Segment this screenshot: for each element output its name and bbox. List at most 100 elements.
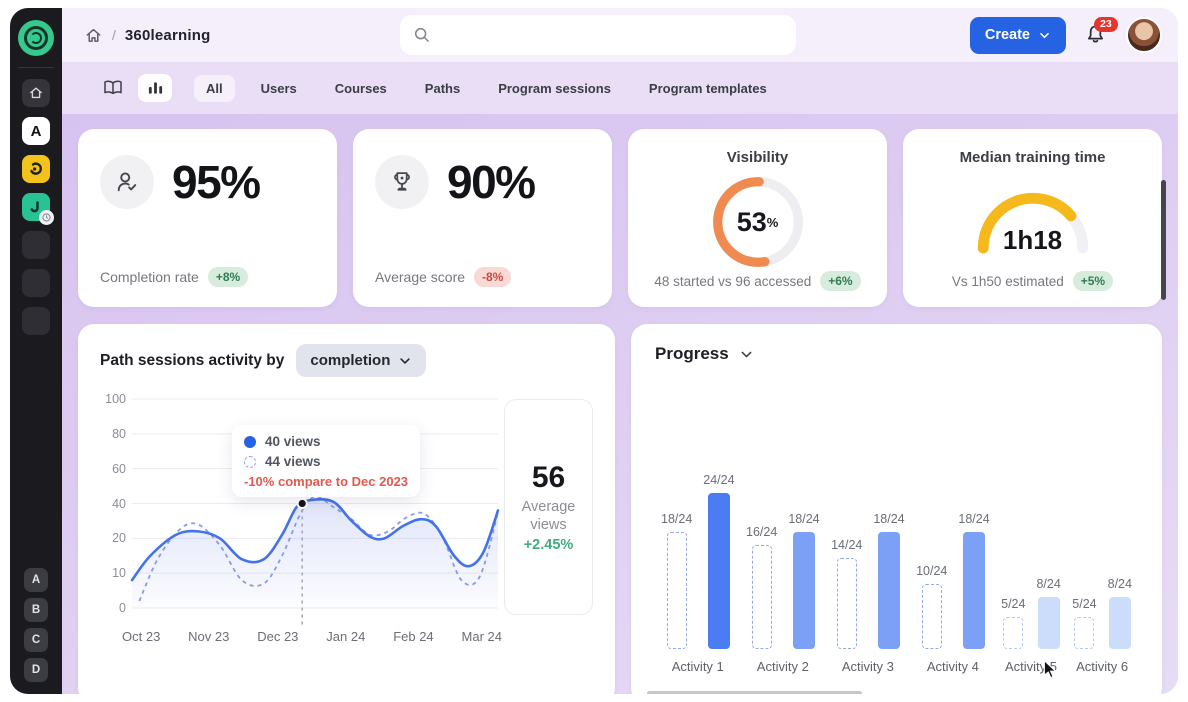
line-chart-plot: 40 views 44 views -10% compare to Dec 20… <box>132 399 498 609</box>
chevron-down-icon <box>1038 29 1051 42</box>
visibility-percent-value: 53 <box>737 207 767 238</box>
sidebar-item-empty-3[interactable] <box>22 307 50 335</box>
y-tick-label: 80 <box>112 427 126 441</box>
y-tick-label: 10 <box>112 566 126 580</box>
started-value-label: 18/24 <box>661 512 692 526</box>
activity-bar-group: 10/24 18/24 Activity 4 <box>916 512 990 674</box>
average-score-card: 90% Average score -8% <box>353 129 612 307</box>
filter-tab-program-sessions[interactable]: Program sessions <box>486 75 623 102</box>
completed-value-label: 18/24 <box>788 512 819 526</box>
stat-cards-row: 95% Completion rate +8% 90% <box>78 129 1162 307</box>
create-button-label: Create <box>985 27 1030 43</box>
filter-tab-users[interactable]: Users <box>249 75 309 102</box>
sidebar-divider <box>18 67 54 68</box>
trophy-icon <box>375 155 429 209</box>
completed-value-label: 8/24 <box>1036 577 1060 591</box>
chevron-down-icon <box>398 354 412 368</box>
path-sessions-activity-card: Path sessions activity by completion 010… <box>78 324 615 694</box>
completed-bar[interactable] <box>878 532 900 649</box>
started-value-label: 14/24 <box>831 538 862 552</box>
completion-dropdown[interactable]: completion <box>296 344 426 377</box>
completed-bar[interactable] <box>1109 597 1131 649</box>
completed-bar[interactable] <box>793 532 815 649</box>
home-icon <box>28 85 44 101</box>
activity-bar-group: 14/2418/24Activity 3 <box>831 512 905 674</box>
started-value-label: 10/24 <box>916 564 947 578</box>
board-view-toggle[interactable] <box>96 74 130 102</box>
notifications-button[interactable]: 23 <box>1084 23 1108 47</box>
horizontal-scrollbar[interactable] <box>647 691 862 694</box>
chart-tooltip: 40 views 44 views -10% compare to Dec 20… <box>232 425 420 497</box>
sidebar-item-a[interactable]: A <box>24 568 48 592</box>
filter-tabs-group: All Users Courses Paths Program sessions Prog… <box>194 75 779 102</box>
chevron-down-icon[interactable] <box>739 347 754 362</box>
started-bar[interactable] <box>922 584 942 649</box>
started-bar[interactable] <box>752 545 772 649</box>
completed-value-label: 18/24 <box>958 512 989 526</box>
current-series-dot-icon <box>244 436 256 448</box>
sidebar-item-empty-1[interactable] <box>22 231 50 259</box>
started-bar[interactable] <box>1003 617 1023 650</box>
search-bar[interactable] <box>400 15 796 55</box>
home-breadcrumb-icon[interactable] <box>84 26 103 45</box>
chart-cards-row: Path sessions activity by completion 010… <box>78 324 1162 694</box>
activity-category-label: Activity 1 <box>672 659 724 674</box>
progress-title: Progress <box>655 344 729 364</box>
completed-value-label: 18/24 <box>873 512 904 526</box>
sidebar-item-c[interactable]: C <box>24 628 48 652</box>
x-tick-label: Oct 23 <box>122 629 160 644</box>
breadcrumb-app-name[interactable]: 360learning <box>125 27 211 44</box>
visibility-caption: 48 started vs 96 accessed <box>654 274 811 289</box>
training-time-delta-badge: +5% <box>1073 271 1113 291</box>
sidebar-item-home[interactable] <box>22 79 50 107</box>
line-chart-y-axis: 01020406080100 <box>100 399 132 609</box>
sidebar-item-app-yellow[interactable] <box>22 155 50 183</box>
started-bar[interactable] <box>667 532 687 649</box>
x-tick-label: Jan 24 <box>326 629 365 644</box>
completed-bar[interactable] <box>963 532 985 649</box>
started-bar[interactable] <box>837 558 857 649</box>
user-avatar[interactable] <box>1126 17 1162 53</box>
create-button[interactable]: Create <box>970 17 1066 54</box>
bar-chart-icon <box>147 80 164 96</box>
filter-tab-program-templates[interactable]: Program templates <box>637 75 779 102</box>
activity-category-label: Activity 6 <box>1076 659 1128 674</box>
vertical-scrollbar[interactable] <box>1161 180 1166 300</box>
completed-bar[interactable] <box>708 493 730 649</box>
average-score-label: Average score <box>375 269 465 285</box>
started-value-label: 5/24 <box>1001 597 1025 611</box>
sidebar-item-empty-2[interactable] <box>22 269 50 297</box>
completed-bar[interactable] <box>1038 597 1060 649</box>
sidebar-item-app-green[interactable] <box>22 193 50 221</box>
filter-bar: All Users Courses Paths Program sessions Prog… <box>62 62 1178 114</box>
x-tick-label: Mar 24 <box>462 629 502 644</box>
filter-tab-courses[interactable]: Courses <box>323 75 399 102</box>
y-tick-label: 20 <box>112 531 126 545</box>
sidebar-item-d[interactable]: D <box>24 658 48 682</box>
mouse-cursor <box>1042 660 1059 684</box>
activity-category-label: Activity 4 <box>927 659 979 674</box>
x-tick-label: Nov 23 <box>188 629 229 644</box>
topbar-right-group: Create 23 <box>970 17 1162 54</box>
search-input[interactable] <box>439 27 783 43</box>
filter-tab-all[interactable]: All <box>194 75 235 102</box>
chart-view-toggle[interactable] <box>138 74 172 102</box>
started-bar[interactable] <box>1074 617 1094 650</box>
filter-tab-paths[interactable]: Paths <box>413 75 472 102</box>
completion-rate-delta-badge: +8% <box>208 267 248 287</box>
progress-bars: 18/2424/24Activity 116/2418/24Activity 2… <box>655 473 1138 674</box>
sidebar-item-app-a[interactable]: A <box>22 117 50 145</box>
visibility-card: Visibility 53 % 48 started vs 96 accesse… <box>628 129 887 307</box>
y-tick-label: 0 <box>119 601 126 615</box>
360learning-logo-icon[interactable] <box>18 20 54 56</box>
sidebar-item-b[interactable]: B <box>24 598 48 622</box>
breadcrumb-separator: / <box>112 27 116 43</box>
dashboard-content: 95% Completion rate +8% 90% <box>62 114 1178 694</box>
activity-bar-group: 18/2424/24Activity 1 <box>661 473 735 674</box>
training-time-title: Median training time <box>960 149 1106 166</box>
visibility-percent-sign: % <box>767 215 779 230</box>
training-time-caption: Vs 1h50 estimated <box>952 274 1064 289</box>
tooltip-comparison-note: -10% compare to Dec 2023 <box>244 474 408 489</box>
x-tick-label: Dec 23 <box>257 629 298 644</box>
topbar: / 360learning Create 23 <box>62 8 1178 62</box>
